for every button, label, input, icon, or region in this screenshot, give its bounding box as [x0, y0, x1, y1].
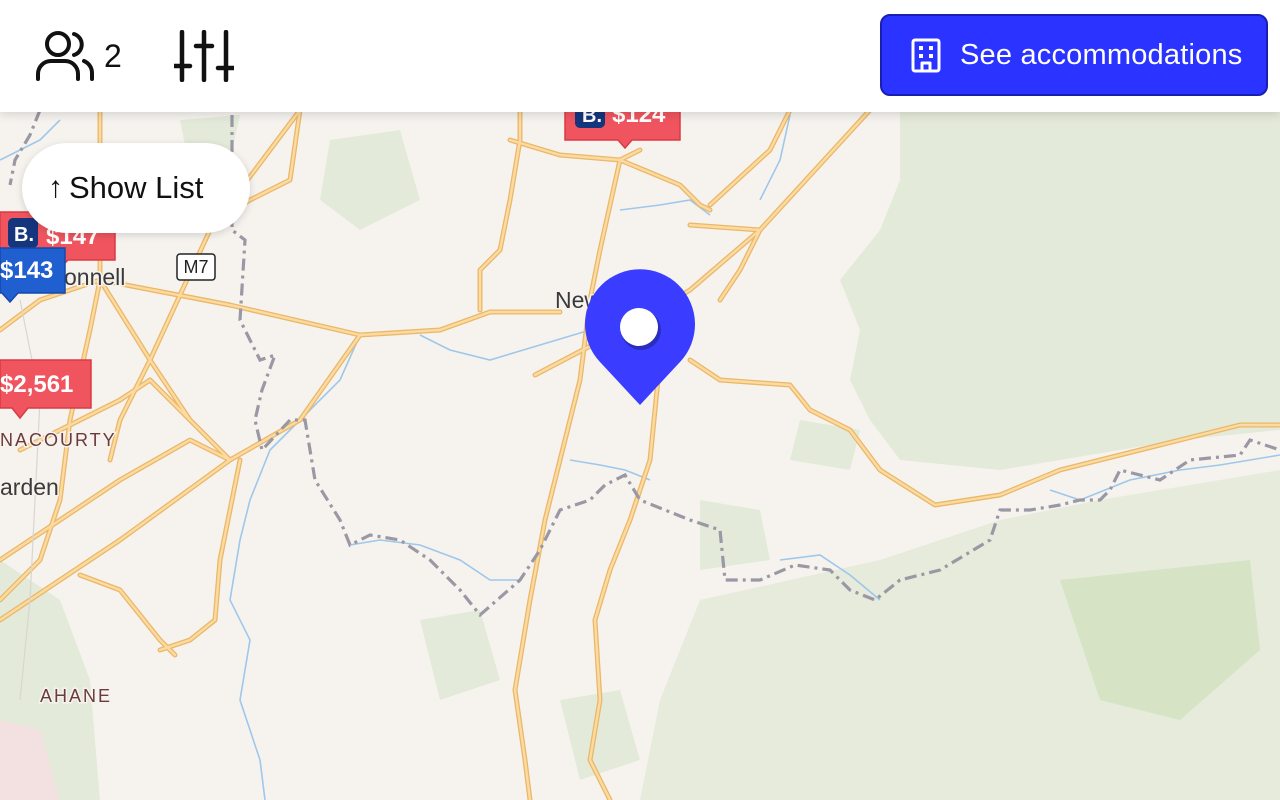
cta-label: See accommodations — [960, 38, 1243, 71]
place-label-ahane: AHANE — [40, 686, 112, 706]
place-label-onnell: onnell — [64, 264, 125, 290]
building-icon — [911, 38, 941, 73]
top-bar: 2 See accommodations — [0, 0, 1280, 112]
users-icon — [36, 31, 94, 81]
svg-text:M7: M7 — [183, 257, 208, 277]
filters-button[interactable] — [171, 29, 237, 87]
guests-count: 2 — [104, 38, 122, 74]
show-list-button[interactable]: ↑ Show List — [22, 143, 250, 233]
svg-text:$2,561: $2,561 — [0, 371, 73, 398]
map-canvas[interactable]: Newport onnell NACOURTY arden AHANE M7 B… — [0, 0, 1280, 800]
svg-text:$143: $143 — [0, 257, 53, 284]
provider-logo: B. — [14, 224, 34, 246]
arrow-up-icon: ↑ — [48, 171, 63, 204]
sliders-icon — [171, 29, 237, 83]
road-badge-m7: M7 — [176, 253, 216, 281]
show-list-label: Show List — [69, 170, 204, 205]
guests-selector[interactable]: 2 — [34, 30, 122, 82]
see-accommodations-button[interactable]: See accommodations — [880, 14, 1268, 96]
place-label-nacourty: NACOURTY — [0, 430, 117, 450]
place-label-arden: arden — [0, 474, 59, 500]
